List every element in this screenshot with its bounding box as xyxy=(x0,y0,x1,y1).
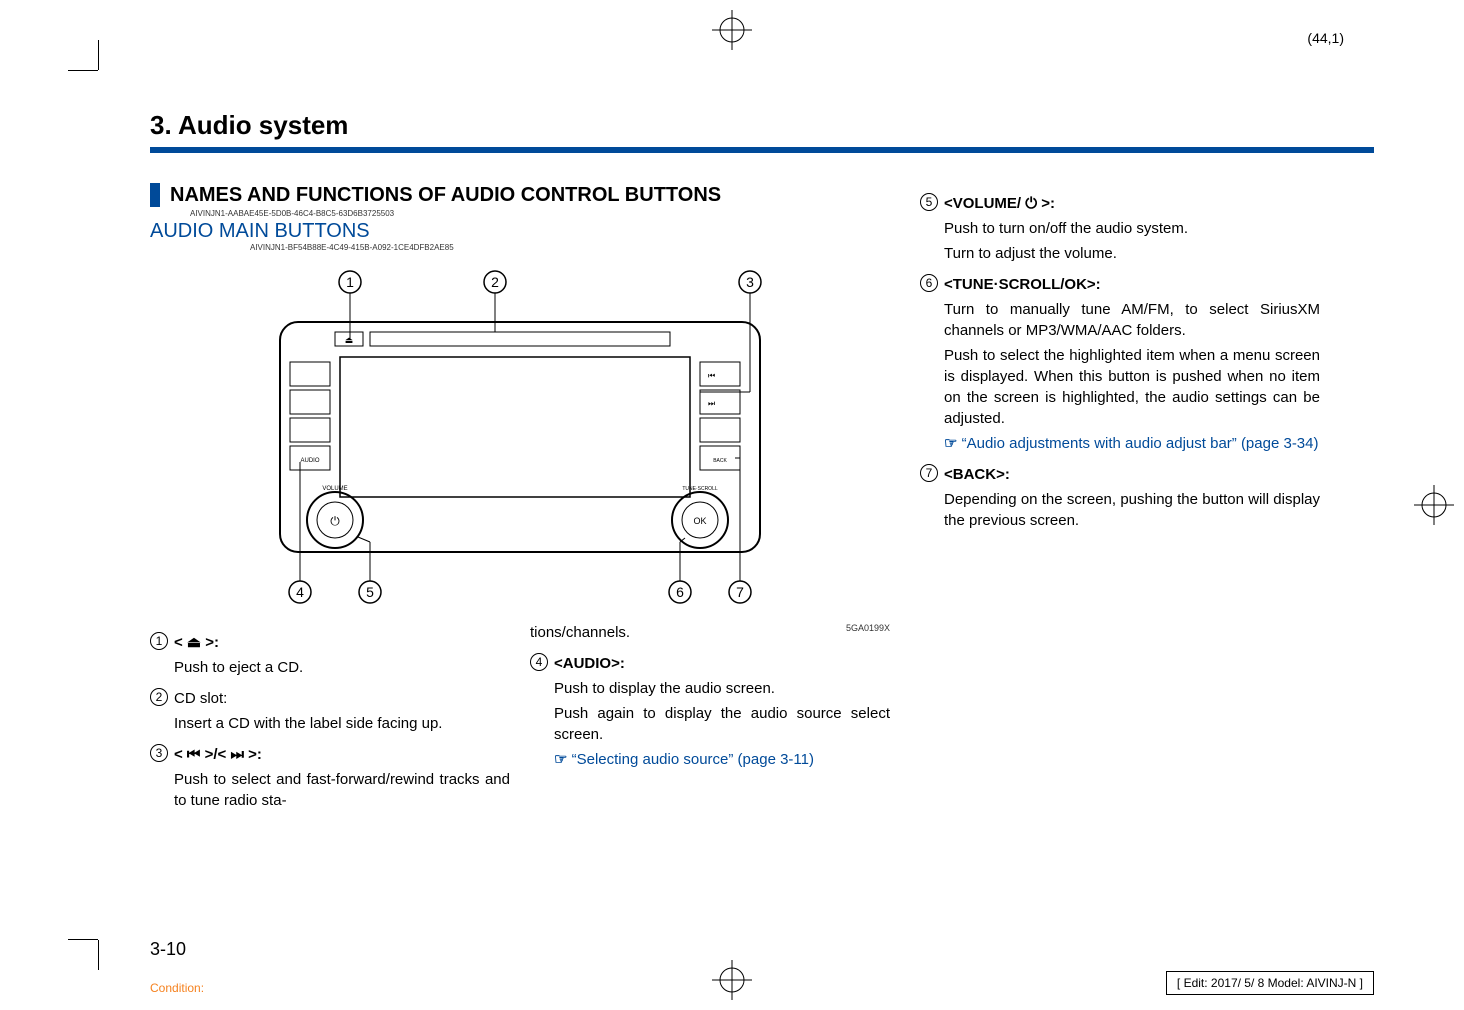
column-right: 5 <VOLUME/ ⏻ >: Push to turn on/off the … xyxy=(920,183,1320,811)
list-item: 3 < ⏮ >/< ⏭ >: Push to select and fast-f… xyxy=(150,744,510,811)
eject-icon: ⏏ xyxy=(345,335,354,345)
item-text: Turn to adjust the volume. xyxy=(944,243,1320,264)
item-text: Depending on the screen, pushing the but… xyxy=(944,489,1320,531)
tune-knob: TUNE·SCROLL OK xyxy=(672,486,728,548)
item-number: 6 xyxy=(920,274,938,292)
prev-icon: ⏮ xyxy=(708,371,715,380)
subsection-id: AIVINJN1-BF54B88E-4C49-415B-A092-1CE4DFB… xyxy=(250,243,890,252)
callout-5: 5 xyxy=(366,584,374,600)
item-text: Insert a CD with the label side facing u… xyxy=(174,713,510,734)
chapter-rule xyxy=(150,147,1374,153)
next-icon: ⏭ xyxy=(708,399,715,408)
page-coordinate: (44,1) xyxy=(1307,30,1344,46)
cross-reference-link: “Audio adjustments with audio adjust bar… xyxy=(962,435,1319,452)
callout-7: 7 xyxy=(736,584,744,600)
item-number: 2 xyxy=(150,688,168,706)
callout-3: 3 xyxy=(746,274,754,290)
list-item: 4 <AUDIO>: Push to display the audio scr… xyxy=(530,653,890,770)
list-item: 5 <VOLUME/ ⏻ >: Push to turn on/off the … xyxy=(920,193,1320,264)
condition-label: Condition: xyxy=(150,981,204,995)
crop-mark xyxy=(98,40,99,70)
item-number: 4 xyxy=(530,653,548,671)
ok-label: OK xyxy=(693,516,706,526)
item-label: <AUDIO>: xyxy=(554,655,625,672)
item-text: Push again to display the audio source s… xyxy=(554,703,890,745)
list-item: 1 < ⏏ >: Push to eject a CD. xyxy=(150,632,510,678)
item-number: 7 xyxy=(920,464,938,482)
item-text: Push to select and fast-forward/rewind t… xyxy=(174,769,510,811)
page-content: 3. Audio system NAMES AND FUNCTIONS OF A… xyxy=(150,110,1374,920)
item-label: <TUNE·SCROLL/OK>: xyxy=(944,276,1101,293)
item-number: 5 xyxy=(920,193,938,211)
power-icon: ⏻ xyxy=(330,514,340,528)
callout-4: 4 xyxy=(296,584,304,600)
section-id: AIVINJN1-AABAE45E-5D0B-46C4-B8C5-63D6B37… xyxy=(190,209,890,218)
callout-2: 2 xyxy=(491,274,499,290)
item-label: CD slot: xyxy=(174,690,227,707)
item-text: Turn to manually tune AM/FM, to select S… xyxy=(944,299,1320,341)
item-number: 1 xyxy=(150,632,168,650)
audio-unit-diagram: 1 2 3 ⏏ xyxy=(240,262,800,612)
list-item: 2 CD slot: Insert a CD with the label si… xyxy=(150,688,510,734)
registration-mark-bottom xyxy=(712,960,752,1000)
callout-6: 6 xyxy=(676,584,684,600)
callout-1: 1 xyxy=(346,274,354,290)
back-button-label: BACK xyxy=(713,458,727,464)
registration-mark-right xyxy=(1414,485,1454,525)
continuation-text: tions/channels. xyxy=(530,622,630,643)
list-item: 7 <BACK>: Depending on the screen, pushi… xyxy=(920,464,1320,531)
image-reference: 5GA0199X xyxy=(846,622,890,643)
audio-button-label: AUDIO xyxy=(300,458,319,464)
crop-mark xyxy=(68,70,98,71)
list-item: 6 <TUNE·SCROLL/OK>: Turn to manually tun… xyxy=(920,274,1320,454)
cross-reference-link: “Selecting audio source” (page 3-11) xyxy=(572,751,814,768)
subsection-title: AUDIO MAIN BUTTONS xyxy=(150,220,890,243)
item-text: Push to eject a CD. xyxy=(174,657,510,678)
item-text: Push to turn on/off the audio system. xyxy=(944,218,1320,239)
item-text: Push to display the audio screen. xyxy=(554,678,890,699)
section-title: NAMES AND FUNCTIONS OF AUDIO CONTROL BUT… xyxy=(150,183,890,207)
registration-mark-top xyxy=(712,10,752,50)
chapter-title: 3. Audio system xyxy=(150,110,1374,141)
item-label: < ⏏ >: xyxy=(174,634,219,651)
item-label: <BACK>: xyxy=(944,466,1010,483)
volume-knob: VOLUME ⏻ xyxy=(307,486,363,548)
page-number: 3-10 xyxy=(150,939,186,960)
edit-info-box: [ Edit: 2017/ 5/ 8 Model: AIVINJ-N ] xyxy=(1166,971,1374,995)
column-middle: tions/channels. 5GA0199X 4 <AUDIO>: Push… xyxy=(530,622,890,811)
crop-mark xyxy=(98,940,99,970)
crop-mark xyxy=(68,939,98,940)
column-left: 1 < ⏏ >: Push to eject a CD. 2 CD slot: … xyxy=(150,622,510,811)
item-label: <VOLUME/ ⏻ >: xyxy=(944,195,1055,212)
item-text: Push to select the highlighted item when… xyxy=(944,345,1320,429)
item-number: 3 xyxy=(150,744,168,762)
item-label: < ⏮ >/< ⏭ >: xyxy=(174,746,262,763)
pointer-icon: ☞ xyxy=(944,435,957,452)
pointer-icon: ☞ xyxy=(554,751,567,768)
